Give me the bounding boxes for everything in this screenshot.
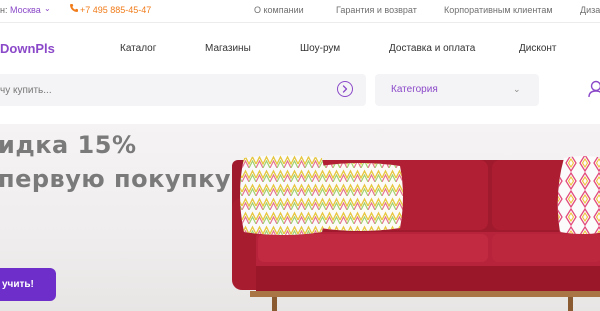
nav-showroom[interactable]: Шоу-рум — [300, 43, 340, 54]
arrow-right-icon — [342, 85, 348, 93]
logo[interactable]: DownPls — [0, 41, 55, 56]
chevron-down-icon: ⌄ — [513, 84, 521, 94]
city-label: н: — [0, 5, 8, 15]
top-divider — [0, 22, 600, 23]
top-bar: н: Москва ⌄ +7 495 885-45-47 О компании … — [0, 0, 600, 23]
sofa-image — [232, 155, 600, 311]
city-selector[interactable]: Москва — [10, 5, 41, 15]
user-icon[interactable] — [588, 80, 600, 98]
phone-icon — [70, 4, 78, 12]
nav-discount[interactable]: Дисконт — [519, 43, 557, 54]
hero-title-line-2: первую покупку — [0, 165, 232, 193]
chevron-down-icon[interactable]: ⌄ — [44, 4, 51, 13]
search-button[interactable] — [337, 81, 353, 97]
link-corporate-clients[interactable]: Корпоративным клиентам — [444, 5, 553, 15]
nav-catalog[interactable]: Каталог — [120, 43, 156, 54]
hero-title-line-1: идка 15% — [0, 131, 137, 159]
nav-stores[interactable]: Магазины — [205, 43, 251, 54]
search-input[interactable] — [0, 74, 320, 106]
get-discount-button[interactable]: учить! — [0, 268, 56, 301]
link-design[interactable]: Дизай — [580, 5, 600, 15]
link-warranty-returns[interactable]: Гарантия и возврат — [336, 5, 417, 15]
nav-delivery-payment[interactable]: Доставка и оплата — [389, 43, 475, 54]
category-label: Категория — [391, 84, 438, 95]
hero-title: идка 15% первую покупку — [0, 128, 231, 196]
category-select[interactable]: Категория ⌄ — [375, 74, 539, 106]
hero-banner: идка 15% первую покупку учить! — [0, 124, 600, 311]
search-bar — [0, 74, 366, 106]
link-about-company[interactable]: О компании — [254, 5, 304, 15]
phone-number[interactable]: +7 495 885-45-47 — [80, 5, 151, 15]
